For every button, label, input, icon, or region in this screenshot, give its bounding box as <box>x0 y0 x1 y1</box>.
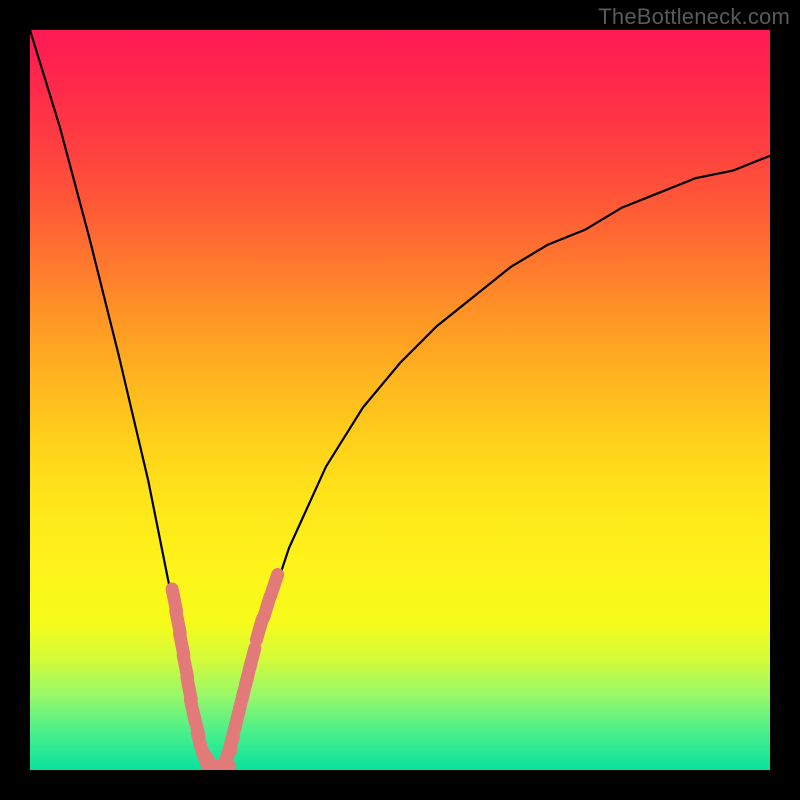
marker-point <box>242 678 247 699</box>
marker-point <box>204 752 212 770</box>
marker-group <box>172 575 278 770</box>
marker-point <box>197 734 203 755</box>
bottleneck-curve <box>30 30 770 770</box>
marker-point <box>176 611 180 633</box>
marker-point <box>231 722 237 743</box>
marker-point <box>180 633 184 655</box>
marker-point <box>235 708 240 729</box>
marker-point <box>194 715 199 736</box>
marker-point <box>271 575 278 596</box>
plot-area <box>30 30 770 770</box>
marker-point <box>200 745 207 766</box>
marker-point <box>246 663 251 684</box>
watermark-text: TheBottleneck.com <box>598 4 790 30</box>
marker-point <box>226 737 233 758</box>
marker-point <box>221 749 231 769</box>
marker-point <box>206 757 216 770</box>
marker-point <box>238 693 243 714</box>
marker-point <box>256 619 262 640</box>
marker-point <box>172 589 176 611</box>
marker-point <box>264 597 270 618</box>
marker-point <box>183 656 187 678</box>
marker-point <box>190 700 195 721</box>
curve-layer <box>30 30 770 770</box>
marker-point <box>249 648 255 669</box>
chart-container: TheBottleneck.com <box>0 0 800 800</box>
marker-point <box>187 678 191 700</box>
